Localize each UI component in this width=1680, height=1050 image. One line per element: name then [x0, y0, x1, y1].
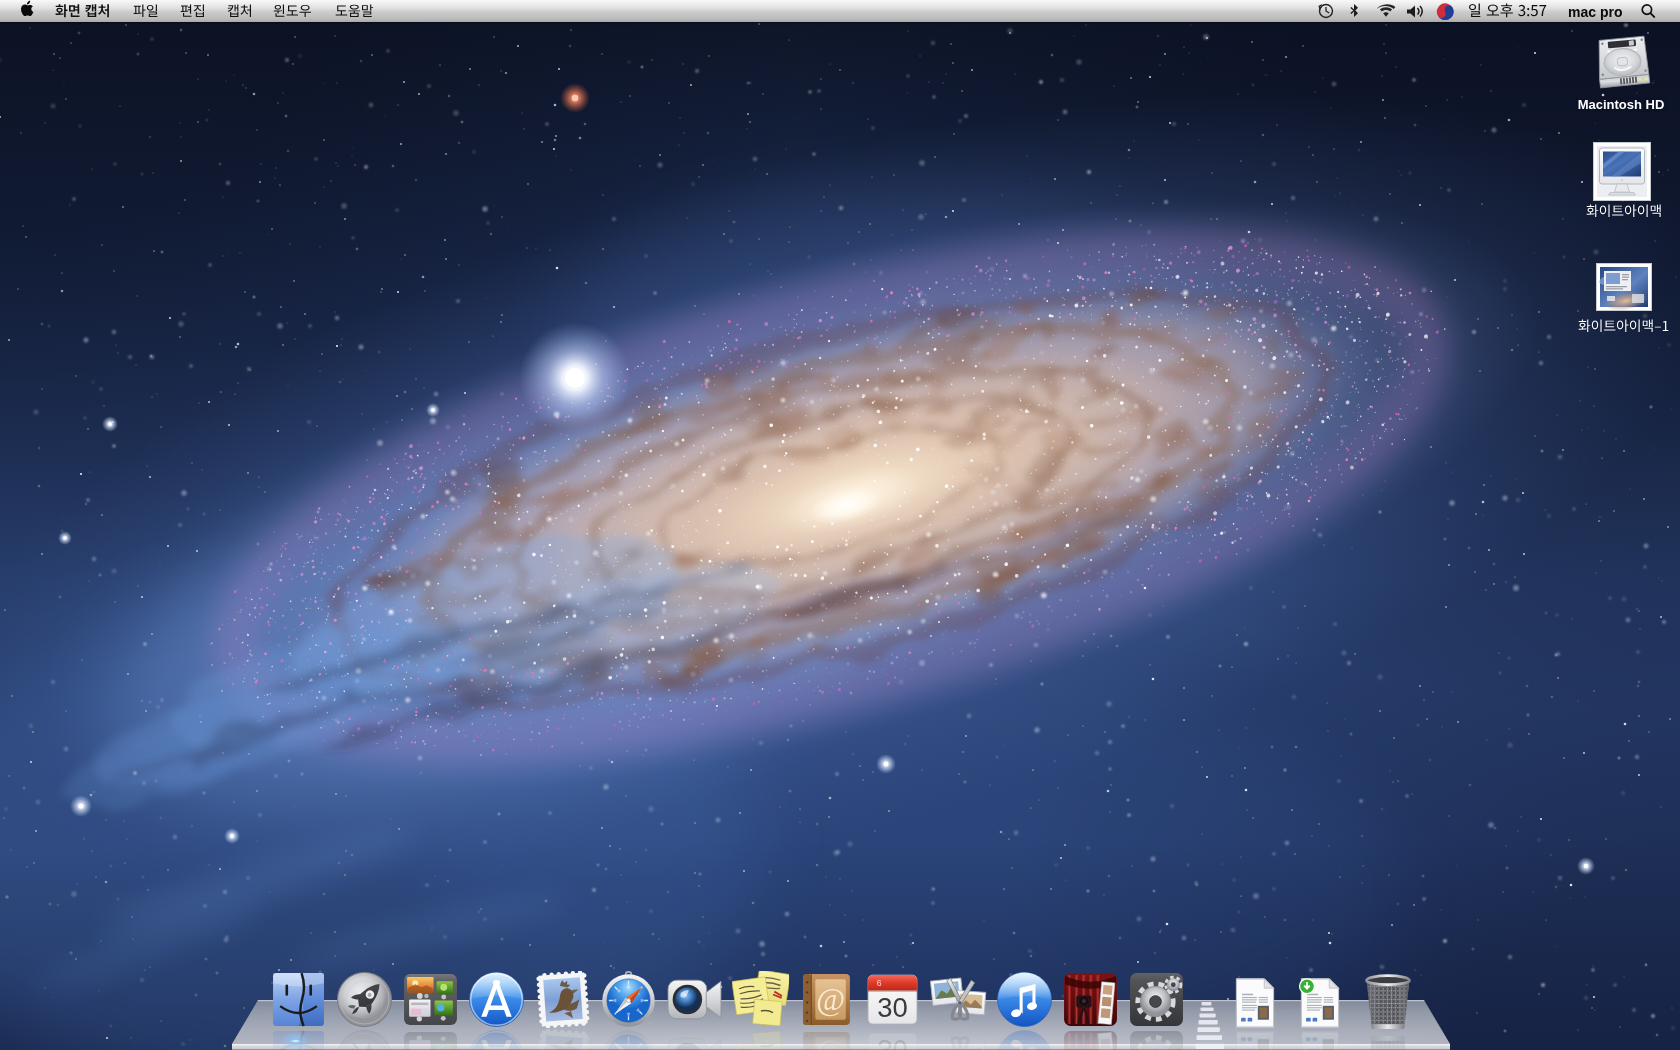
svg-text:6: 6 [877, 978, 882, 988]
svg-text:mac pro: mac pro [1568, 4, 1622, 20]
svg-text:30: 30 [877, 992, 908, 1023]
svg-text:@: @ [816, 982, 845, 1017]
